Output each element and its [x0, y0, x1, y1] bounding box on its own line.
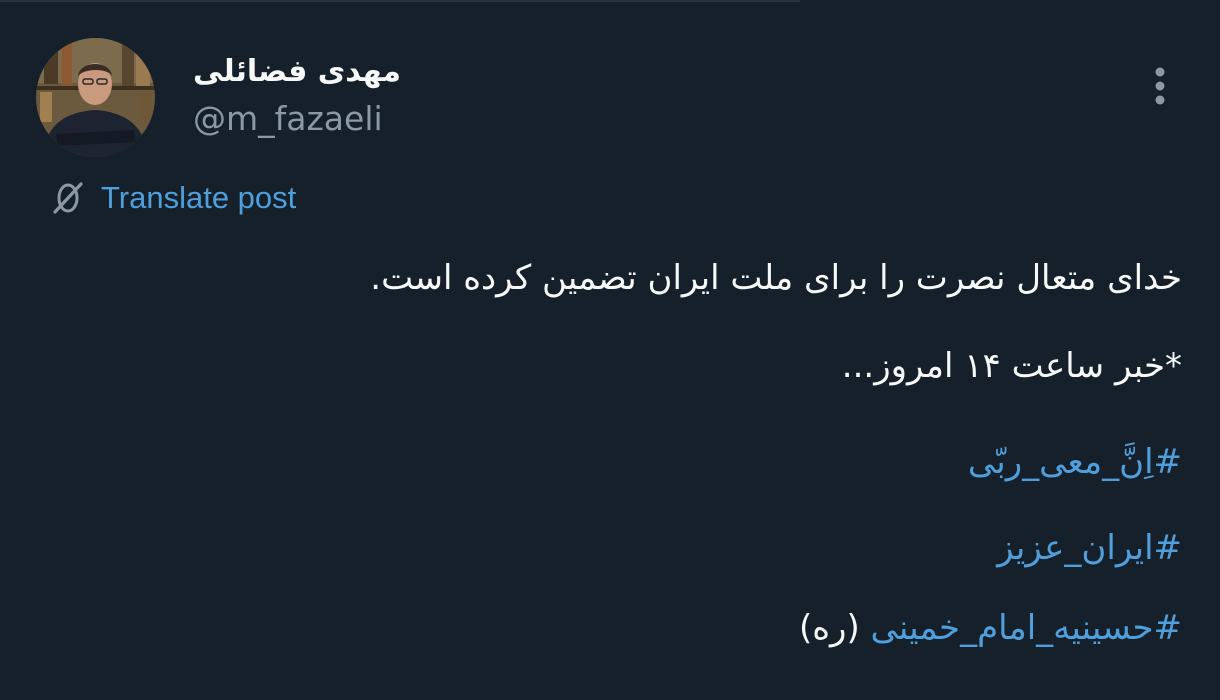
translate-post-label: Translate post	[101, 180, 297, 215]
post-text-line: #حسینیه_امام_خمینی (ره)	[799, 600, 1182, 656]
more-options-button[interactable]	[1140, 62, 1180, 110]
display-name[interactable]: مهدی فضائلی	[193, 52, 401, 92]
top-divider	[0, 0, 800, 2]
post-text-suffix: (ره)	[798, 608, 860, 648]
post-text-line: *خبر ساعت ۱۴ امروز...	[841, 346, 1182, 386]
hashtag-link[interactable]: #ایران_عزیز	[997, 520, 1182, 576]
translate-post-button[interactable]: Translate post	[48, 176, 296, 220]
profile-photo-icon	[36, 38, 155, 157]
avatar[interactable]	[36, 38, 155, 157]
hashtag-link[interactable]: #اِنَّ_معی_ربّی	[968, 434, 1182, 490]
hashtag-link[interactable]: #حسینیه_امام_خمینی	[871, 608, 1182, 648]
translate-icon	[53, 182, 83, 214]
vertical-ellipsis-icon	[1155, 67, 1165, 105]
user-handle[interactable]: @m_fazaeli	[193, 98, 383, 140]
post-text-line: خدای متعال نصرت را برای ملت ایران تضمین …	[370, 258, 1182, 298]
